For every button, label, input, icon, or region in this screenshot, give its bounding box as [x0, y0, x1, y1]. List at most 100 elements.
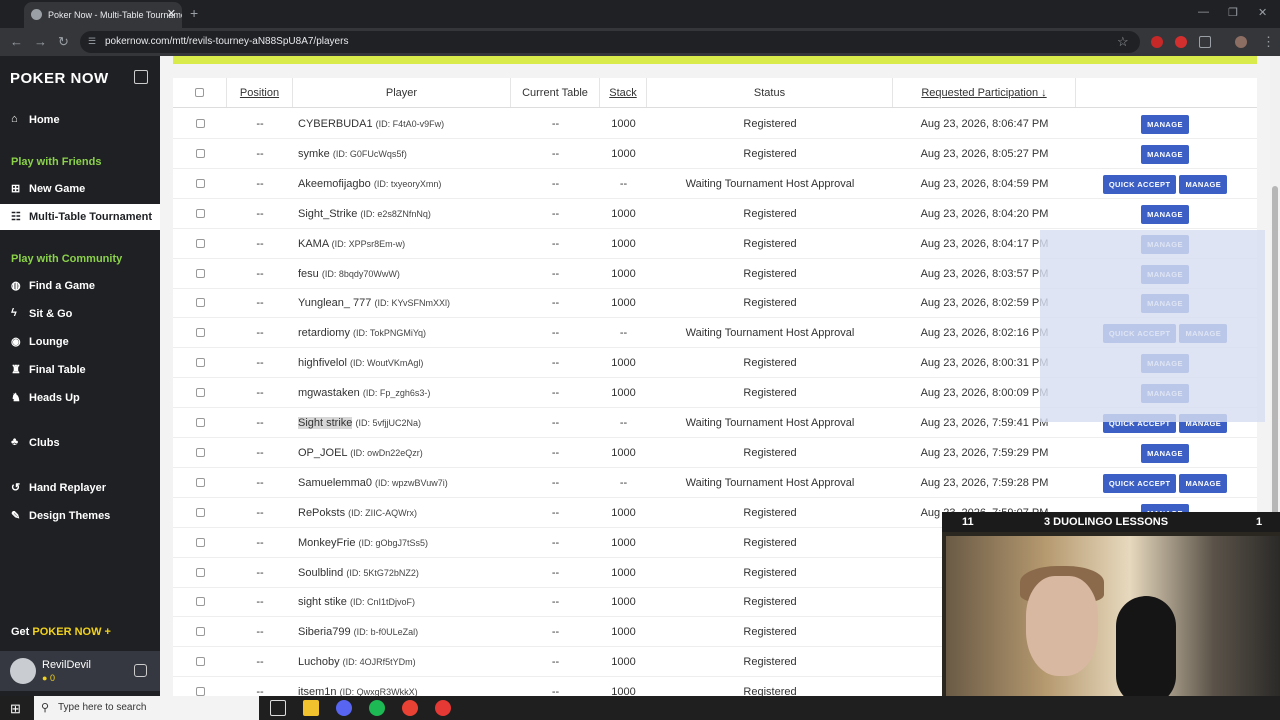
forward-icon[interactable]: → — [34, 34, 47, 49]
row-checkbox[interactable] — [195, 567, 205, 577]
sidebar-item-heads-up[interactable]: ♞ Heads Up — [0, 385, 160, 411]
sidebar-item-label: Multi-Table Tournament — [29, 211, 153, 223]
player-id: (ID: XPPsr8Em-w) — [331, 238, 406, 249]
row-checkbox[interactable] — [195, 477, 205, 487]
taskbar-search[interactable]: ⚲ Type here to search — [34, 696, 259, 720]
cell-position: -- — [256, 267, 264, 280]
row-checkbox[interactable] — [195, 358, 205, 368]
cell-current-table: -- — [551, 147, 560, 160]
row-checkbox[interactable] — [195, 597, 205, 607]
sidebar-item-label: Home — [29, 114, 60, 126]
task-view-icon[interactable] — [270, 700, 286, 716]
cell-stack: 1000 — [611, 656, 636, 669]
sidebar-item-hand-replayer[interactable]: ↺ Hand Replayer — [0, 475, 160, 501]
cell-status: Registered — [743, 207, 797, 220]
sidebar-item-find-game[interactable]: ◍ Find a Game — [0, 273, 160, 299]
row-checkbox[interactable] — [195, 418, 205, 427]
file-explorer-icon[interactable] — [303, 700, 319, 716]
player-id: (ID: 8bqdy70WwW) — [321, 268, 400, 279]
browser-menu-icon[interactable]: ⋮ — [1262, 34, 1275, 50]
extensions-puzzle-icon[interactable] — [1199, 36, 1211, 48]
row-checkbox[interactable] — [195, 238, 205, 248]
cell-player: Luchoby (ID: 4OJRf5tYDm) — [293, 647, 511, 676]
minimize-icon[interactable]: — — [1198, 6, 1209, 18]
headset-icon — [1116, 596, 1176, 706]
user-profile[interactable]: RevilDevil ● 0 — [0, 651, 160, 691]
get-pokernow-plus-link[interactable]: Get POKER NOW + — [11, 626, 111, 638]
cell-actions: MANAGE — [1076, 199, 1257, 228]
manage-button[interactable]: MANAGE — [1141, 144, 1189, 164]
collapse-sidebar-icon[interactable] — [134, 70, 148, 84]
manage-button[interactable]: MANAGE — [1141, 443, 1189, 463]
manage-button[interactable]: MANAGE — [1141, 115, 1189, 134]
browser-tab-strip: Poker Now - Multi-Table Tournament ✕ + —… — [0, 0, 1280, 28]
row-checkbox[interactable] — [195, 537, 205, 547]
back-icon[interactable]: ← — [10, 34, 23, 49]
chrome-icon[interactable] — [402, 700, 418, 716]
player-name: CYBERBUDA1 — [298, 118, 373, 130]
webcam-feed — [946, 536, 1280, 720]
spotify-icon[interactable] — [369, 700, 385, 716]
bookmark-star-icon[interactable]: ☆ — [1117, 34, 1129, 50]
player-name: OP_JOEL — [298, 446, 348, 459]
discord-icon[interactable] — [336, 700, 352, 716]
row-checkbox[interactable] — [195, 507, 205, 517]
header-stack[interactable]: Stack — [600, 78, 647, 107]
quick-accept-button[interactable]: QUICK ACCEPT — [1102, 174, 1177, 194]
row-checkbox[interactable] — [195, 657, 205, 667]
site-info-icon[interactable]: ☰ — [88, 36, 98, 47]
extension-icon[interactable] — [1175, 36, 1187, 48]
row-checkbox[interactable] — [195, 388, 205, 398]
sidebar-item-home[interactable]: ⌂ Home — [0, 107, 160, 133]
row-checkbox[interactable] — [195, 627, 205, 637]
player-name: Akeemofijagbo — [298, 177, 371, 190]
user-menu-toggle-icon[interactable] — [134, 664, 147, 677]
row-checkbox[interactable] — [195, 447, 205, 457]
cell-current-table: -- — [551, 177, 560, 190]
manage-button[interactable]: MANAGE — [1179, 174, 1228, 194]
sidebar-item-new-game[interactable]: ⊞ New Game — [0, 176, 160, 202]
sidebar-item-mtt[interactable]: ☷ Multi-Table Tournament — [0, 204, 160, 230]
cell-status: Registered — [743, 596, 797, 609]
row-checkbox[interactable] — [195, 328, 205, 338]
pokernow-logo[interactable]: POKER NOW — [10, 70, 109, 87]
cell-stack: 1000 — [611, 297, 636, 310]
close-window-icon[interactable]: ✕ — [1258, 6, 1267, 19]
obs-icon[interactable] — [435, 700, 451, 716]
top-banner — [173, 56, 1257, 64]
header-position[interactable]: Position — [227, 78, 293, 107]
duolingo-right-count: 1 — [1256, 516, 1263, 528]
sidebar-item-lounge[interactable]: ◉ Lounge — [0, 329, 160, 355]
row-checkbox[interactable] — [195, 119, 205, 128]
cell-position: -- — [256, 237, 264, 250]
header-requested-participation[interactable]: Requested Participation ↓ — [893, 78, 1076, 107]
cell-player: KAMA (ID: XPPsr8Em-w) — [293, 229, 511, 258]
sidebar-item-final-table[interactable]: ♜ Final Table — [0, 357, 160, 383]
row-checkbox[interactable] — [195, 178, 205, 188]
reload-icon[interactable]: ↻ — [58, 34, 69, 50]
sidebar-item-sit-go[interactable]: ϟ Sit & Go — [0, 301, 160, 327]
sidebar-item-design-themes[interactable]: ✎ Design Themes — [0, 503, 160, 529]
select-all-checkbox[interactable] — [195, 88, 204, 97]
windows-start-icon[interactable]: ⊞ — [10, 701, 21, 717]
quick-accept-button[interactable]: QUICK ACCEPT — [1102, 473, 1177, 493]
row-checkbox[interactable] — [195, 298, 205, 308]
row-checkbox[interactable] — [195, 268, 205, 278]
browser-tab[interactable]: Poker Now - Multi-Table Tournament ✕ — [24, 2, 182, 28]
close-tab-icon[interactable]: ✕ — [167, 7, 176, 20]
cell-player: itsem1n (ID: QwxgR3WkkX) — [293, 677, 511, 696]
row-checkbox-cell — [173, 558, 227, 587]
manage-button[interactable]: MANAGE — [1179, 473, 1228, 493]
sidebar-item-clubs[interactable]: ♣ Clubs — [0, 430, 160, 456]
profile-avatar-icon[interactable] — [1235, 36, 1247, 48]
maximize-icon[interactable]: ❐ — [1228, 6, 1238, 19]
address-bar[interactable]: ☰ pokernow.com/mtt/revils-tourney-aN88Sp… — [80, 31, 1140, 53]
row-checkbox[interactable] — [195, 208, 205, 218]
new-tab-icon[interactable]: + — [190, 5, 198, 21]
adblock-extension-icon[interactable] — [1151, 36, 1163, 48]
row-checkbox[interactable] — [195, 148, 205, 158]
row-checkbox[interactable] — [195, 687, 205, 696]
row-checkbox-cell — [173, 169, 227, 198]
manage-button[interactable]: MANAGE — [1141, 204, 1189, 224]
player-id: (ID: ZIIC-AQWrx) — [348, 507, 417, 518]
